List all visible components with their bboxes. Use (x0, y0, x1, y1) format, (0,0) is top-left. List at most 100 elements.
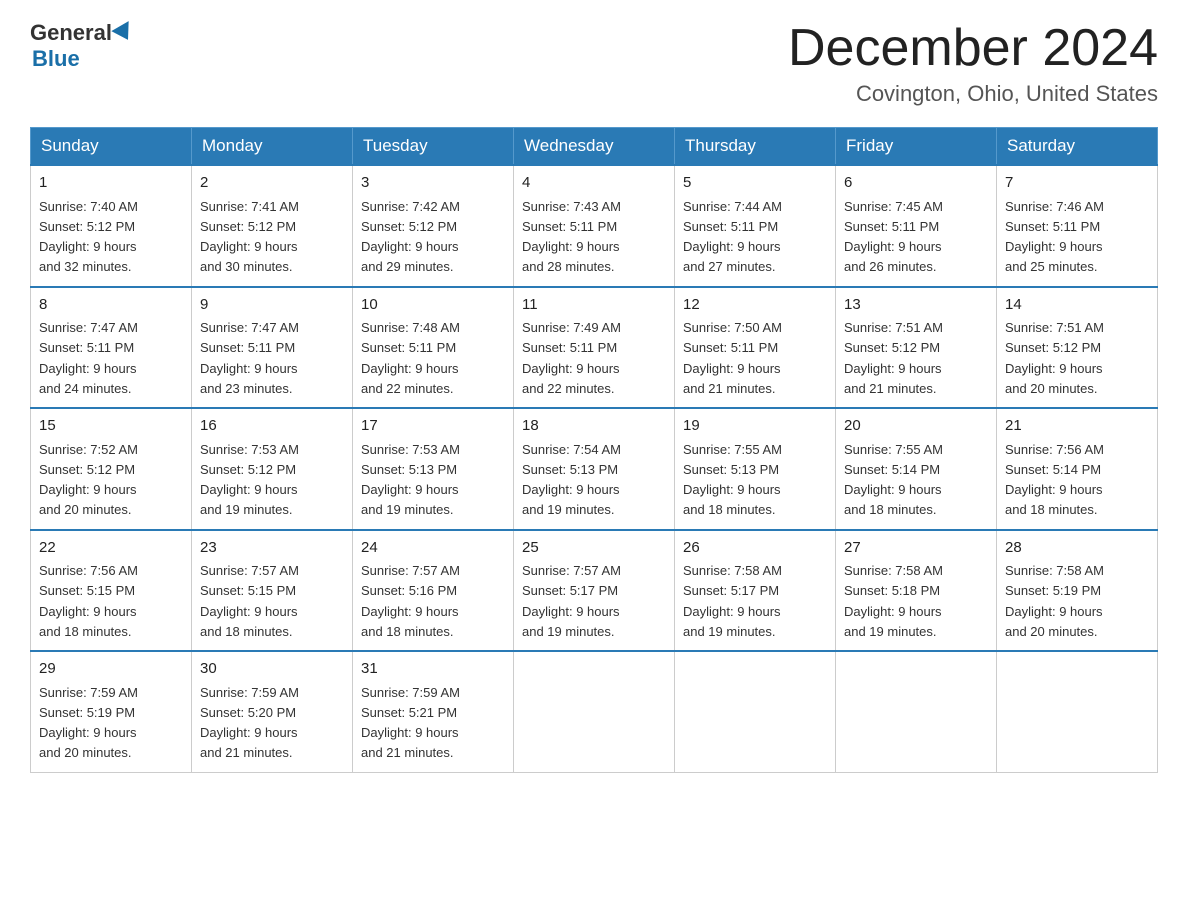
day-number: 12 (683, 294, 827, 317)
table-row (675, 651, 836, 772)
day-number: 16 (200, 415, 344, 438)
day-info: Sunrise: 7:58 AMSunset: 5:18 PMDaylight:… (844, 563, 943, 639)
day-number: 9 (200, 294, 344, 317)
table-row: 4 Sunrise: 7:43 AMSunset: 5:11 PMDayligh… (514, 165, 675, 287)
table-row: 18 Sunrise: 7:54 AMSunset: 5:13 PMDaylig… (514, 408, 675, 530)
day-info: Sunrise: 7:46 AMSunset: 5:11 PMDaylight:… (1005, 199, 1104, 275)
day-number: 28 (1005, 537, 1149, 560)
day-number: 11 (522, 294, 666, 317)
day-number: 27 (844, 537, 988, 560)
table-row: 7 Sunrise: 7:46 AMSunset: 5:11 PMDayligh… (997, 165, 1158, 287)
day-info: Sunrise: 7:40 AMSunset: 5:12 PMDaylight:… (39, 199, 138, 275)
table-row: 21 Sunrise: 7:56 AMSunset: 5:14 PMDaylig… (997, 408, 1158, 530)
day-number: 13 (844, 294, 988, 317)
table-row (997, 651, 1158, 772)
table-row: 24 Sunrise: 7:57 AMSunset: 5:16 PMDaylig… (353, 530, 514, 652)
table-row: 20 Sunrise: 7:55 AMSunset: 5:14 PMDaylig… (836, 408, 997, 530)
day-info: Sunrise: 7:58 AMSunset: 5:19 PMDaylight:… (1005, 563, 1104, 639)
header-monday: Monday (192, 128, 353, 166)
table-row: 8 Sunrise: 7:47 AMSunset: 5:11 PMDayligh… (31, 287, 192, 409)
day-info: Sunrise: 7:43 AMSunset: 5:11 PMDaylight:… (522, 199, 621, 275)
day-info: Sunrise: 7:47 AMSunset: 5:11 PMDaylight:… (39, 320, 138, 396)
day-info: Sunrise: 7:44 AMSunset: 5:11 PMDaylight:… (683, 199, 782, 275)
logo-arrow-icon (111, 21, 136, 45)
day-number: 4 (522, 172, 666, 195)
logo-blue-text: Blue (32, 46, 80, 72)
header-tuesday: Tuesday (353, 128, 514, 166)
table-row: 15 Sunrise: 7:52 AMSunset: 5:12 PMDaylig… (31, 408, 192, 530)
table-row: 3 Sunrise: 7:42 AMSunset: 5:12 PMDayligh… (353, 165, 514, 287)
table-row: 12 Sunrise: 7:50 AMSunset: 5:11 PMDaylig… (675, 287, 836, 409)
calendar-week-row: 1 Sunrise: 7:40 AMSunset: 5:12 PMDayligh… (31, 165, 1158, 287)
table-row (836, 651, 997, 772)
day-info: Sunrise: 7:59 AMSunset: 5:21 PMDaylight:… (361, 685, 460, 761)
day-number: 10 (361, 294, 505, 317)
table-row: 1 Sunrise: 7:40 AMSunset: 5:12 PMDayligh… (31, 165, 192, 287)
table-row (514, 651, 675, 772)
day-number: 3 (361, 172, 505, 195)
calendar-week-row: 22 Sunrise: 7:56 AMSunset: 5:15 PMDaylig… (31, 530, 1158, 652)
day-info: Sunrise: 7:55 AMSunset: 5:14 PMDaylight:… (844, 442, 943, 518)
table-row: 6 Sunrise: 7:45 AMSunset: 5:11 PMDayligh… (836, 165, 997, 287)
calendar-week-row: 29 Sunrise: 7:59 AMSunset: 5:19 PMDaylig… (31, 651, 1158, 772)
day-info: Sunrise: 7:55 AMSunset: 5:13 PMDaylight:… (683, 442, 782, 518)
day-number: 15 (39, 415, 183, 438)
day-number: 25 (522, 537, 666, 560)
header-saturday: Saturday (997, 128, 1158, 166)
table-row: 23 Sunrise: 7:57 AMSunset: 5:15 PMDaylig… (192, 530, 353, 652)
day-info: Sunrise: 7:56 AMSunset: 5:15 PMDaylight:… (39, 563, 138, 639)
day-info: Sunrise: 7:53 AMSunset: 5:13 PMDaylight:… (361, 442, 460, 518)
table-row: 28 Sunrise: 7:58 AMSunset: 5:19 PMDaylig… (997, 530, 1158, 652)
day-info: Sunrise: 7:51 AMSunset: 5:12 PMDaylight:… (1005, 320, 1104, 396)
month-title: December 2024 (788, 20, 1158, 77)
logo: General Blue (30, 20, 136, 72)
calendar-table: Sunday Monday Tuesday Wednesday Thursday… (30, 127, 1158, 773)
day-number: 2 (200, 172, 344, 195)
day-number: 19 (683, 415, 827, 438)
table-row: 31 Sunrise: 7:59 AMSunset: 5:21 PMDaylig… (353, 651, 514, 772)
day-info: Sunrise: 7:50 AMSunset: 5:11 PMDaylight:… (683, 320, 782, 396)
table-row: 27 Sunrise: 7:58 AMSunset: 5:18 PMDaylig… (836, 530, 997, 652)
day-info: Sunrise: 7:57 AMSunset: 5:17 PMDaylight:… (522, 563, 621, 639)
day-number: 14 (1005, 294, 1149, 317)
day-info: Sunrise: 7:54 AMSunset: 5:13 PMDaylight:… (522, 442, 621, 518)
header-wednesday: Wednesday (514, 128, 675, 166)
day-info: Sunrise: 7:57 AMSunset: 5:16 PMDaylight:… (361, 563, 460, 639)
day-info: Sunrise: 7:51 AMSunset: 5:12 PMDaylight:… (844, 320, 943, 396)
logo-general-text: General (30, 20, 112, 46)
day-info: Sunrise: 7:49 AMSunset: 5:11 PMDaylight:… (522, 320, 621, 396)
table-row: 13 Sunrise: 7:51 AMSunset: 5:12 PMDaylig… (836, 287, 997, 409)
day-info: Sunrise: 7:56 AMSunset: 5:14 PMDaylight:… (1005, 442, 1104, 518)
day-number: 30 (200, 658, 344, 681)
table-row: 11 Sunrise: 7:49 AMSunset: 5:11 PMDaylig… (514, 287, 675, 409)
day-number: 18 (522, 415, 666, 438)
table-row: 14 Sunrise: 7:51 AMSunset: 5:12 PMDaylig… (997, 287, 1158, 409)
table-row: 9 Sunrise: 7:47 AMSunset: 5:11 PMDayligh… (192, 287, 353, 409)
table-row: 10 Sunrise: 7:48 AMSunset: 5:11 PMDaylig… (353, 287, 514, 409)
table-row: 19 Sunrise: 7:55 AMSunset: 5:13 PMDaylig… (675, 408, 836, 530)
header-sunday: Sunday (31, 128, 192, 166)
table-row: 17 Sunrise: 7:53 AMSunset: 5:13 PMDaylig… (353, 408, 514, 530)
header-friday: Friday (836, 128, 997, 166)
day-info: Sunrise: 7:47 AMSunset: 5:11 PMDaylight:… (200, 320, 299, 396)
day-info: Sunrise: 7:48 AMSunset: 5:11 PMDaylight:… (361, 320, 460, 396)
day-number: 24 (361, 537, 505, 560)
weekday-header-row: Sunday Monday Tuesday Wednesday Thursday… (31, 128, 1158, 166)
location-subtitle: Covington, Ohio, United States (788, 81, 1158, 107)
table-row: 5 Sunrise: 7:44 AMSunset: 5:11 PMDayligh… (675, 165, 836, 287)
table-row: 2 Sunrise: 7:41 AMSunset: 5:12 PMDayligh… (192, 165, 353, 287)
table-row: 26 Sunrise: 7:58 AMSunset: 5:17 PMDaylig… (675, 530, 836, 652)
table-row: 30 Sunrise: 7:59 AMSunset: 5:20 PMDaylig… (192, 651, 353, 772)
day-info: Sunrise: 7:52 AMSunset: 5:12 PMDaylight:… (39, 442, 138, 518)
table-row: 25 Sunrise: 7:57 AMSunset: 5:17 PMDaylig… (514, 530, 675, 652)
day-info: Sunrise: 7:59 AMSunset: 5:20 PMDaylight:… (200, 685, 299, 761)
page-header: General Blue December 2024 Covington, Oh… (30, 20, 1158, 107)
calendar-week-row: 15 Sunrise: 7:52 AMSunset: 5:12 PMDaylig… (31, 408, 1158, 530)
day-number: 20 (844, 415, 988, 438)
day-number: 31 (361, 658, 505, 681)
day-info: Sunrise: 7:41 AMSunset: 5:12 PMDaylight:… (200, 199, 299, 275)
title-section: December 2024 Covington, Ohio, United St… (788, 20, 1158, 107)
day-info: Sunrise: 7:53 AMSunset: 5:12 PMDaylight:… (200, 442, 299, 518)
day-info: Sunrise: 7:58 AMSunset: 5:17 PMDaylight:… (683, 563, 782, 639)
day-number: 7 (1005, 172, 1149, 195)
